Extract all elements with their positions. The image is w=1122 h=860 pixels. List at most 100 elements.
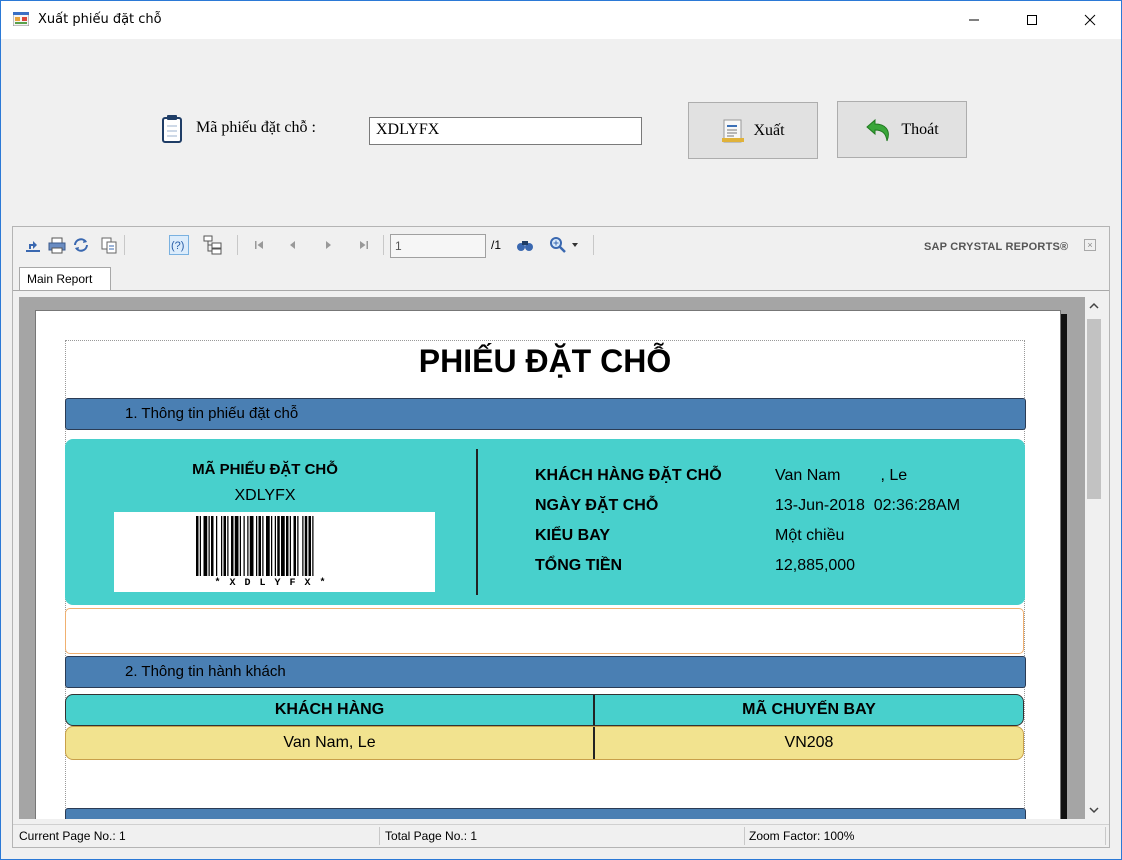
total-value: 12,885,000 — [775, 557, 856, 574]
table-row: Van Nam, Le VN208 — [65, 726, 1024, 760]
barcode-bar — [227, 516, 229, 576]
minimize-button[interactable] — [951, 1, 997, 39]
group-tree-button[interactable] — [203, 235, 223, 255]
barcode-bar — [289, 516, 291, 576]
export-button[interactable]: Xuất — [688, 102, 818, 159]
first-page-icon — [255, 241, 263, 249]
group-tree-icon — [203, 235, 222, 255]
export-icon — [26, 241, 40, 252]
booking-code-label: Mã phiếu đặt chỗ : — [196, 119, 316, 136]
barcode-bar — [266, 516, 270, 576]
report-icon — [722, 119, 745, 142]
viewer-toolbar: (?) 1 /1 SAP CRYSTAL REPORTS® × — [13, 227, 1109, 263]
scroll-up-button[interactable] — [1085, 297, 1103, 315]
export-report-button[interactable] — [23, 235, 43, 255]
barcode-bar — [256, 516, 258, 576]
barcode-bar — [231, 516, 234, 576]
barcode-bar — [208, 516, 210, 576]
chevron-down-icon — [572, 243, 578, 247]
booking-date-label: NGÀY ĐẶT CHỖ — [535, 497, 659, 514]
zoom-icon — [550, 237, 566, 253]
window-title: Xuất phiếu đặt chỗ — [38, 12, 162, 27]
close-icon: × — [1087, 240, 1093, 250]
scrollbar-thumb[interactable] — [1087, 319, 1101, 499]
current-page-status: Current Page No.: 1 — [19, 829, 126, 843]
chevron-up-icon — [1089, 302, 1099, 309]
notepad-icon — [162, 115, 182, 143]
barcode-bar — [223, 516, 226, 576]
refresh-icon — [74, 238, 88, 252]
barcode-bar — [247, 516, 249, 576]
report-viewer: (?) 1 /1 SAP CRYSTAL REPORTS® × Main Rep… — [12, 226, 1110, 848]
last-page-icon — [360, 241, 368, 249]
barcode-bar — [258, 516, 261, 576]
barcode-bar — [262, 516, 264, 576]
barcode-bar — [274, 516, 276, 576]
prev-page-button[interactable] — [283, 235, 303, 255]
report-title: PHIẾU ĐẶT CHỖ — [418, 343, 672, 379]
minimize-icon — [969, 19, 979, 21]
close-icon — [1084, 14, 1096, 26]
sap-brand: SAP CRYSTAL REPORTS® — [924, 241, 1069, 253]
page-shadow — [1061, 314, 1067, 819]
barcode-bar — [304, 516, 308, 576]
toolbar-separator — [593, 235, 594, 255]
column-header-flight: MÃ CHUYẾN BAY — [742, 701, 876, 718]
booking-code-input[interactable]: XDLYFX — [369, 117, 642, 145]
cell-flight: VN208 — [784, 734, 834, 751]
barcode-bar — [297, 516, 299, 576]
prev-page-icon — [290, 241, 295, 249]
status-bar: Current Page No.: 1 Total Page No.: 1 Zo… — [13, 824, 1109, 847]
copy-icon — [101, 237, 117, 254]
maximize-icon — [1027, 15, 1037, 25]
total-label: TỔNG TIỀN — [535, 557, 623, 574]
refresh-button[interactable] — [71, 235, 91, 255]
find-button[interactable] — [515, 235, 535, 255]
booking-code-label: MÃ PHIẾU ĐẶT CHỖ — [192, 461, 338, 478]
report-page: PHIẾU ĐẶT CHỖ 1. Thông tin phiếu đặt chỗ… — [35, 310, 1061, 819]
flight-type-value: Một chiều — [775, 527, 845, 544]
vertical-scrollbar[interactable] — [1085, 297, 1103, 819]
toolbar-separator — [237, 235, 238, 255]
zoom-button[interactable] — [549, 235, 585, 255]
help-button[interactable]: (?) — [169, 235, 189, 255]
cell-customer: Van Nam, Le — [283, 734, 376, 751]
export-button-label: Xuất — [753, 121, 785, 139]
svg-text:(?): (?) — [171, 240, 184, 252]
last-page-button[interactable] — [354, 235, 374, 255]
copy-button[interactable] — [99, 235, 119, 255]
first-page-button[interactable] — [249, 235, 269, 255]
report-canvas: PHIẾU ĐẶT CHỖ 1. Thông tin phiếu đặt chỗ… — [19, 297, 1085, 819]
close-viewer-button[interactable]: × — [1084, 239, 1096, 251]
barcode: *XDLYFX* — [114, 512, 435, 592]
info-divider — [476, 449, 478, 595]
print-button[interactable] — [47, 235, 67, 255]
barcode-bar — [271, 516, 273, 576]
app-icon — [13, 12, 29, 26]
page-number-input[interactable]: 1 — [390, 234, 486, 258]
close-button[interactable] — [1067, 1, 1113, 39]
customer-label: KHÁCH HÀNG ĐẶT CHỖ — [535, 467, 722, 484]
tab-main-report[interactable]: Main Report — [19, 267, 111, 291]
exit-button[interactable]: Thoát — [837, 101, 967, 158]
barcode-bar — [234, 516, 239, 576]
toolbar-separator — [383, 235, 384, 255]
help-icon: (?) — [171, 240, 184, 252]
status-separator — [744, 827, 745, 845]
zoom-status: Zoom Factor: 100% — [749, 829, 855, 843]
barcode-bar — [293, 516, 296, 576]
customer-value: Van Nam , Le — [775, 467, 908, 484]
next-page-button[interactable] — [318, 235, 338, 255]
scroll-down-button[interactable] — [1085, 801, 1103, 819]
barcode-caption: *XDLYFX* — [214, 578, 335, 589]
maximize-button[interactable] — [1009, 1, 1055, 39]
tab-divider — [13, 290, 1109, 291]
section-header-booking: 1. Thông tin phiếu đặt chỗ — [65, 398, 1026, 430]
total-page-status: Total Page No.: 1 — [385, 829, 478, 843]
status-separator — [1105, 827, 1106, 845]
exit-button-label: Thoát — [901, 120, 939, 138]
section-header-next — [65, 808, 1026, 819]
print-icon — [48, 237, 66, 254]
passenger-table-header: KHÁCH HÀNG MÃ CHUYẾN BAY — [65, 694, 1024, 726]
booking-info-box: MÃ PHIẾU ĐẶT CHỖ XDLYFX *XDLYFX* KHÁCH H… — [65, 439, 1025, 605]
